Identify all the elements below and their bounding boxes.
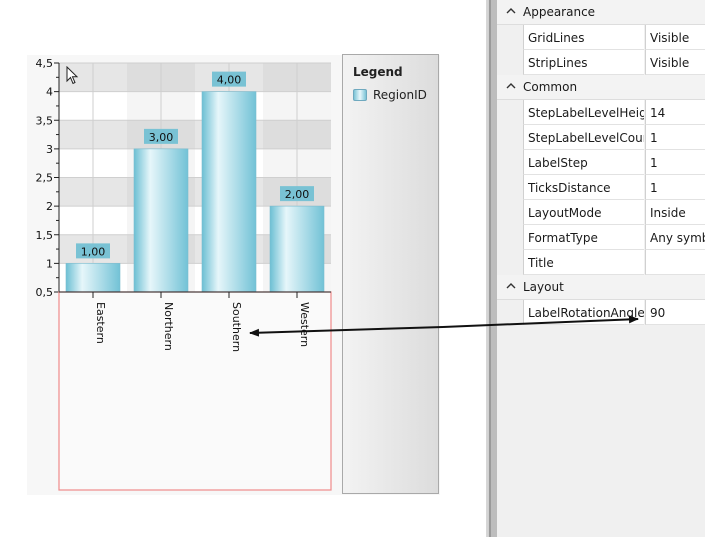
category-appearance[interactable]: Appearance <box>497 0 705 25</box>
y-tick-label: 1 <box>46 257 53 270</box>
property-value[interactable]: 90 <box>645 300 705 325</box>
y-tick-label: 2 <box>46 200 53 213</box>
property-name: LayoutMode <box>523 200 644 225</box>
y-tick-label: 3,5 <box>36 114 54 127</box>
property-name: GridLines <box>523 25 644 50</box>
y-tick-label: 4,5 <box>36 57 54 70</box>
data-label: 4,00 <box>217 74 242 87</box>
property-value[interactable]: 1 <box>645 150 705 175</box>
category-label: Layout <box>523 280 564 294</box>
property-name: StepLabelLevelCount <box>523 125 644 150</box>
legend-swatch <box>353 89 367 101</box>
x-category-label: Western <box>298 302 311 347</box>
property-name: StepLabelLevelHeight <box>523 100 644 125</box>
y-tick-label: 2,5 <box>36 172 54 185</box>
bar-northern <box>133 148 189 293</box>
property-name: LabelStep <box>523 150 644 175</box>
x-category-label: Northern <box>162 302 175 351</box>
property-name: Title <box>523 250 644 275</box>
y-tick-label: 3 <box>46 143 53 156</box>
property-grid[interactable]: Appearance GridLines Visible StripLines … <box>497 0 705 537</box>
legend[interactable]: Legend RegionID <box>342 54 439 494</box>
x-category-label: Eastern <box>94 302 107 344</box>
category-common[interactable]: Common <box>497 75 705 100</box>
property-row-steplabellevelcount[interactable]: StepLabelLevelCount 1 <box>497 125 705 150</box>
category-layout[interactable]: Layout <box>497 275 705 300</box>
property-row-formattype[interactable]: FormatType Any symbo <box>497 225 705 250</box>
legend-title: Legend <box>353 65 403 79</box>
mouse-pointer-icon <box>66 66 79 85</box>
property-row-title[interactable]: Title <box>497 250 705 275</box>
data-label: 3,00 <box>149 131 174 144</box>
x-category-label: Southern <box>230 302 243 352</box>
property-value[interactable] <box>645 250 705 275</box>
y-tick-label: 0,5 <box>36 286 54 299</box>
property-row-labelstep[interactable]: LabelStep 1 <box>497 150 705 175</box>
legend-item-regionid[interactable]: RegionID <box>353 88 427 102</box>
y-tick-label: 4 <box>46 86 53 99</box>
data-label: 1,00 <box>81 245 106 258</box>
property-row-labelrotationangle[interactable]: LabelRotationAngle 90 <box>497 300 705 325</box>
data-label: 2,00 <box>285 188 310 201</box>
property-value[interactable]: 1 <box>645 175 705 200</box>
collapse-chevron-icon[interactable] <box>506 281 516 291</box>
property-row-ticksdistance[interactable]: TicksDistance 1 <box>497 175 705 200</box>
category-label: Appearance <box>523 5 596 19</box>
panel-splitter[interactable] <box>478 0 497 537</box>
property-name: StripLines <box>523 50 644 75</box>
bar-eastern <box>65 263 121 293</box>
legend-item-label: RegionID <box>373 88 427 102</box>
property-row-steplabellevelheight[interactable]: StepLabelLevelHeight 14 <box>497 100 705 125</box>
bar-western <box>269 205 325 293</box>
property-row-layoutmode[interactable]: LayoutMode Inside <box>497 200 705 225</box>
category-label: Common <box>523 80 578 94</box>
collapse-chevron-icon[interactable] <box>506 81 516 91</box>
collapse-chevron-icon[interactable] <box>506 6 516 16</box>
property-value[interactable]: Inside <box>645 200 705 225</box>
property-name: FormatType <box>523 225 644 250</box>
property-value[interactable]: 14 <box>645 100 705 125</box>
property-name: LabelRotationAngle <box>523 300 644 325</box>
property-value[interactable]: Any symbo <box>645 225 705 250</box>
property-value[interactable]: 1 <box>645 125 705 150</box>
chart-designer-surface[interactable]: 0,5 1 1,5 2 2,5 3 3,5 4 4,5 1,00 3,00 4,00 2,00 Easte… <box>0 0 478 537</box>
bar-southern <box>201 91 257 293</box>
y-tick-label: 1,5 <box>36 229 54 242</box>
property-row-gridlines[interactable]: GridLines Visible <box>497 25 705 50</box>
property-row-striplines[interactable]: StripLines Visible <box>497 50 705 75</box>
property-value[interactable]: Visible <box>645 50 705 75</box>
property-value[interactable]: Visible <box>645 25 705 50</box>
property-name: TicksDistance <box>523 175 644 200</box>
